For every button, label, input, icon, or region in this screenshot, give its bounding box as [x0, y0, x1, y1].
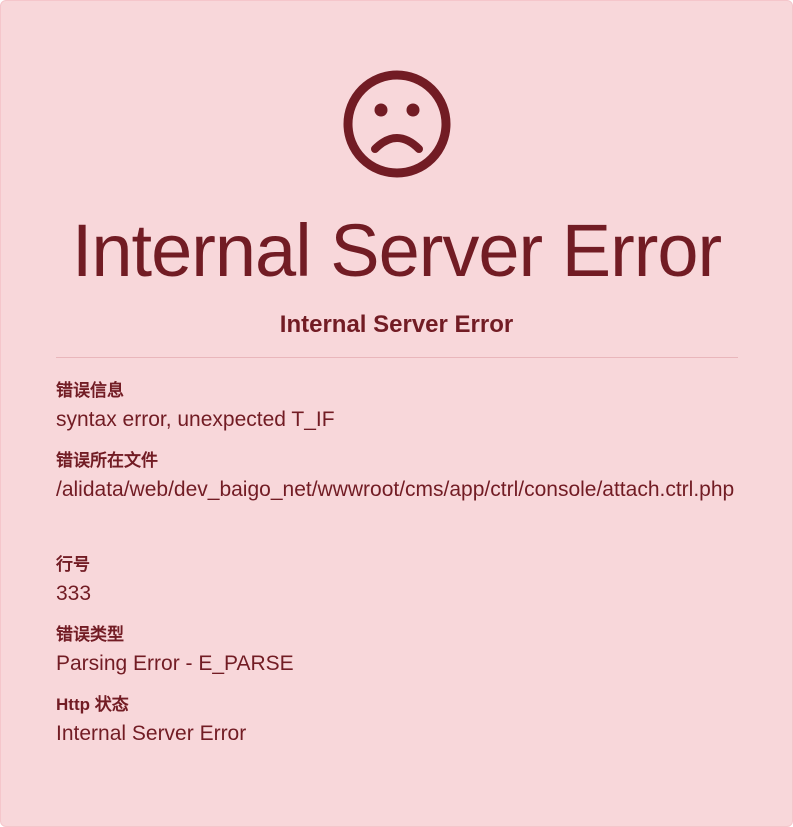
http-status-value: Internal Server Error — [56, 722, 247, 745]
divider — [56, 357, 738, 358]
sad-face-icon — [343, 70, 451, 178]
http-status-label: Http 状态 — [56, 695, 129, 714]
error-message-label: 错误信息 — [56, 381, 124, 400]
page-subtitle: Internal Server Error — [279, 311, 514, 338]
line-number-value: 333 — [56, 582, 92, 605]
page-title: Internal Server Error — [71, 209, 722, 292]
error-type-label: 错误类型 — [56, 625, 124, 644]
error-file-value: /alidata/web/dev_baigo_net/wwwroot/cms/a… — [56, 478, 735, 501]
error-type-field: 错误类型 Parsing Error - E_PARSE — [56, 623, 746, 681]
error-message-field: 错误信息 syntax error, unexpected T_IF — [56, 379, 746, 437]
error-file-field: 错误所在文件 /alidata/web/dev_baigo_net/wwwroo… — [56, 449, 746, 507]
error-file-label: 错误所在文件 — [56, 451, 158, 470]
error-type-value: Parsing Error - E_PARSE — [56, 652, 294, 675]
line-number-field: 行号 333 — [56, 553, 746, 611]
http-status-field: Http 状态 Internal Server Error — [56, 693, 746, 751]
error-alert: Internal Server Error Internal Server Er… — [0, 0, 793, 827]
error-message-value: syntax error, unexpected T_IF — [56, 408, 335, 431]
line-number-label: 行号 — [56, 555, 90, 574]
